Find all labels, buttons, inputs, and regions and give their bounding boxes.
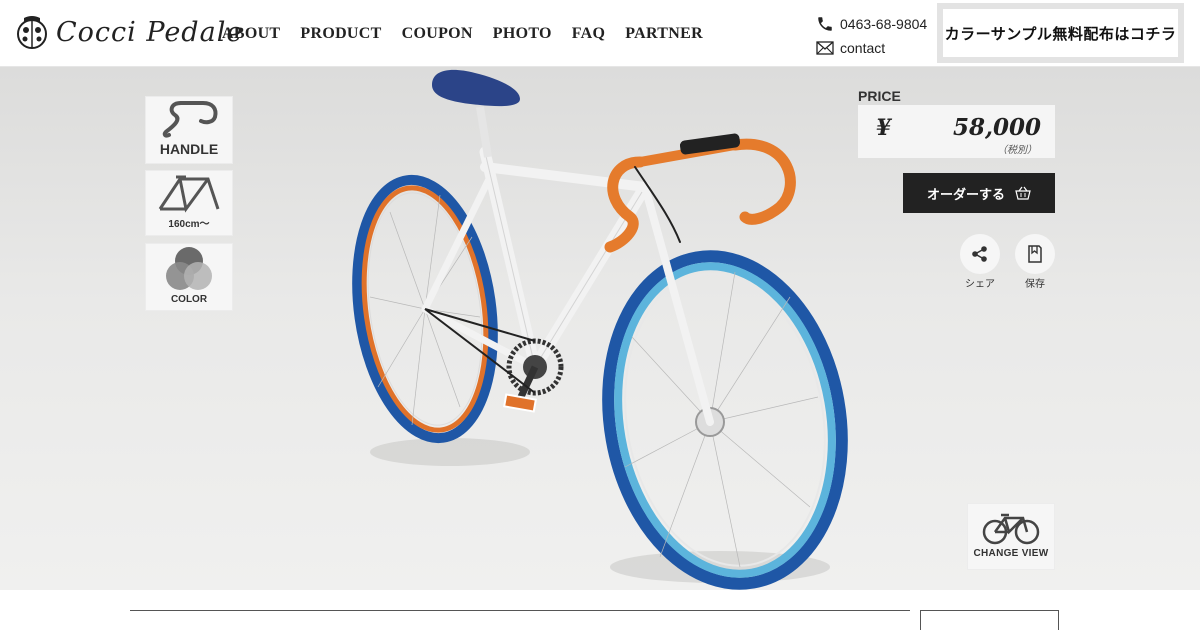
price-box: ¥ 58,000 （税別） — [858, 105, 1055, 158]
front-wheel — [602, 250, 848, 590]
nav-about[interactable]: ABOUT — [222, 25, 280, 43]
main-nav: ABOUT PRODUCT COUPON PHOTO FAQ PARTNER — [222, 25, 703, 43]
contact-link[interactable]: contact — [816, 37, 927, 58]
phone-icon — [818, 16, 832, 31]
frame-icon — [158, 175, 220, 213]
color-option-label: COLOR — [170, 294, 208, 305]
order-button-label: オーダーする — [926, 186, 1005, 202]
nav-photo[interactable]: PHOTO — [493, 25, 552, 43]
color-circles-icon — [166, 247, 212, 290]
nav-coupon[interactable]: COUPON — [402, 25, 473, 43]
order-button[interactable]: オーダーする — [903, 173, 1055, 213]
change-view-button[interactable]: CHANGE VIEW — [967, 503, 1055, 570]
section-divider — [130, 610, 910, 611]
ladybug-logo-icon — [17, 16, 47, 49]
phone-link[interactable]: 0463-68-9804 — [816, 13, 927, 34]
logo-link[interactable]: Cocci Pedale — [16, 14, 243, 50]
save-document-icon — [1028, 245, 1042, 263]
contact-block: 0463-68-9804 contact — [816, 13, 927, 61]
share-label: シェア — [965, 279, 995, 290]
handle-option-label: HANDLE — [159, 141, 219, 157]
bicycle-icon — [982, 513, 1040, 545]
saddle — [432, 69, 520, 107]
price-value: 58,000 — [952, 114, 1041, 141]
envelope-icon — [816, 40, 834, 55]
color-sample-banner-label: カラーサンプル無料配布はコチラ — [943, 9, 1178, 57]
share-button[interactable] — [960, 234, 1000, 274]
site-header: Cocci Pedale ABOUT PRODUCT COUPON PHOTO … — [0, 0, 1200, 67]
nav-partner[interactable]: PARTNER — [625, 25, 703, 43]
bike-customizer-stage: HANDLE 160cm〜 COLOR PRICE ¥ 58,000 （税別） … — [0, 67, 1200, 590]
contact-label: contact — [840, 39, 886, 56]
handle-option-button[interactable]: HANDLE — [145, 96, 233, 164]
drop-handlebar-icon — [162, 101, 218, 138]
price-label: PRICE — [858, 88, 901, 104]
nav-faq[interactable]: FAQ — [572, 25, 606, 43]
nav-product[interactable]: PRODUCT — [300, 25, 381, 43]
save-label: 保存 — [1025, 279, 1045, 290]
bike-preview-image — [352, 69, 848, 590]
save-button[interactable] — [1015, 234, 1055, 274]
phone-number: 0463-68-9804 — [840, 15, 928, 32]
logo-text: Cocci Pedale — [56, 16, 244, 48]
color-sample-banner[interactable]: カラーサンプル無料配布はコチラ — [937, 3, 1184, 63]
bottom-panel-edge — [920, 610, 1059, 630]
share-icon — [972, 246, 987, 262]
currency-symbol: ¥ — [876, 115, 892, 141]
change-view-label: CHANGE VIEW — [973, 548, 1049, 559]
frame-size-option-button[interactable]: 160cm〜 — [145, 170, 233, 236]
basket-icon — [1015, 186, 1031, 200]
color-option-button[interactable]: COLOR — [145, 243, 233, 311]
bike-frame — [421, 146, 714, 426]
tax-note: （税別） — [997, 145, 1037, 156]
frame-size-option-label: 160cm〜 — [168, 219, 210, 230]
